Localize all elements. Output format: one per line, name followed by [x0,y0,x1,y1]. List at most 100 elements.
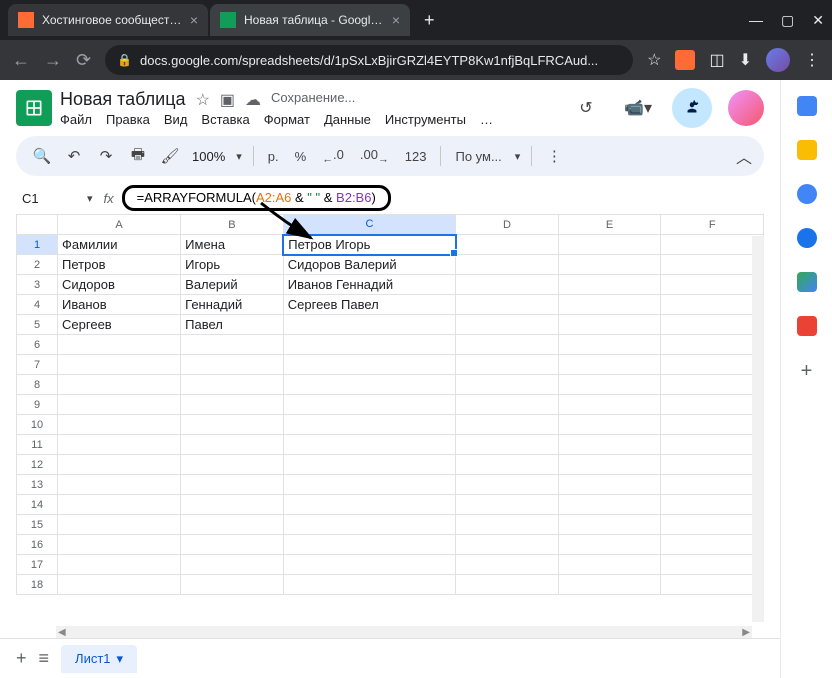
currency-button[interactable]: р. [262,149,285,164]
cell[interactable] [283,535,455,555]
cell[interactable]: Сидоров Валерий [283,255,455,275]
browser-menu-icon[interactable]: ⋮ [804,50,820,70]
cell[interactable]: Петров Игорь [283,235,455,255]
cell[interactable] [58,335,181,355]
cell[interactable] [558,495,661,515]
cell[interactable] [181,455,284,475]
cell[interactable] [661,315,764,335]
row-header[interactable]: 15 [17,515,58,535]
menu-insert[interactable]: Вставка [201,112,249,127]
chevron-down-icon[interactable]: ▾ [84,192,96,205]
sheets-logo[interactable] [16,90,52,126]
close-window-button[interactable]: ✕ [812,12,824,29]
cell[interactable] [283,315,455,335]
cell[interactable] [558,515,661,535]
cell[interactable] [456,415,559,435]
column-header[interactable]: A [58,215,181,235]
maps-icon[interactable] [797,272,817,292]
cell[interactable]: Геннадий [181,295,284,315]
cell[interactable] [558,275,661,295]
row-header[interactable]: 5 [17,315,58,335]
cell[interactable]: Сидоров [58,275,181,295]
cell[interactable] [661,355,764,375]
number-format-button[interactable]: 123 [399,149,433,164]
cell[interactable] [661,455,764,475]
cell[interactable] [558,575,661,595]
browser-tab[interactable]: Хостинговое сообщество «Tim × [8,4,208,36]
cell[interactable] [456,275,559,295]
cell[interactable] [181,535,284,555]
cell[interactable] [58,475,181,495]
row-header[interactable]: 1 [17,235,58,255]
cell[interactable] [661,515,764,535]
column-header[interactable]: F [661,215,764,235]
profile-avatar[interactable] [766,48,790,72]
keep-icon[interactable] [797,140,817,160]
cell[interactable] [558,335,661,355]
cell[interactable] [58,575,181,595]
cell[interactable] [456,455,559,475]
cell[interactable] [58,555,181,575]
document-title[interactable]: Новая таблица [60,89,186,110]
percent-button[interactable]: % [289,149,313,164]
cell[interactable]: Петров [58,255,181,275]
row-header[interactable]: 2 [17,255,58,275]
print-button[interactable]: 🖶 [124,142,152,170]
cell[interactable] [283,455,455,475]
cell[interactable] [181,555,284,575]
font-dropdown[interactable]: По ум... [449,149,507,164]
cell[interactable] [558,415,661,435]
column-header[interactable]: E [558,215,661,235]
collapse-toolbar-button[interactable]: ︿ [736,144,752,168]
share-button[interactable] [672,88,712,128]
cell[interactable] [58,395,181,415]
menu-file[interactable]: Файл [60,112,92,127]
chevron-down-icon[interactable]: ▾ [233,150,245,163]
cell[interactable] [456,335,559,355]
cell[interactable] [283,475,455,495]
star-icon[interactable]: ☆ [647,50,661,70]
cell[interactable] [456,295,559,315]
cell[interactable]: Игорь [181,255,284,275]
cell[interactable] [456,435,559,455]
cell[interactable] [456,395,559,415]
name-box[interactable]: C1 [16,191,76,206]
reload-button[interactable]: ⟳ [76,50,91,71]
close-icon[interactable]: × [392,12,400,28]
cell[interactable] [558,555,661,575]
cell[interactable] [58,495,181,515]
cell[interactable] [661,235,764,255]
cell[interactable] [661,475,764,495]
paint-format-button[interactable]: 🖌 [156,142,184,170]
cell[interactable] [661,395,764,415]
row-header[interactable]: 9 [17,395,58,415]
cell[interactable] [558,235,661,255]
row-header[interactable]: 14 [17,495,58,515]
cell[interactable] [283,415,455,435]
cell[interactable] [661,435,764,455]
cell[interactable] [283,375,455,395]
cloud-icon[interactable]: ☁ [245,90,261,110]
all-sheets-button[interactable]: ≡ [39,648,50,669]
cell[interactable]: Иванов Геннадий [283,275,455,295]
back-button[interactable]: ← [12,50,30,71]
cell[interactable] [181,395,284,415]
cell[interactable] [661,275,764,295]
cell[interactable] [558,315,661,335]
cell[interactable] [283,555,455,575]
cell[interactable] [58,415,181,435]
cell[interactable] [181,375,284,395]
close-icon[interactable]: × [190,12,198,28]
menu-more[interactable]: … [480,112,493,127]
cell[interactable] [558,455,661,475]
menu-edit[interactable]: Правка [106,112,150,127]
cell[interactable] [558,475,661,495]
cell[interactable] [456,375,559,395]
cell[interactable] [283,435,455,455]
cell[interactable] [181,575,284,595]
row-header[interactable]: 10 [17,415,58,435]
extensions-button[interactable]: ◫ [709,50,724,70]
meet-button[interactable]: 📹▾ [620,90,656,126]
addon-icon[interactable] [797,316,817,336]
cell[interactable] [456,535,559,555]
